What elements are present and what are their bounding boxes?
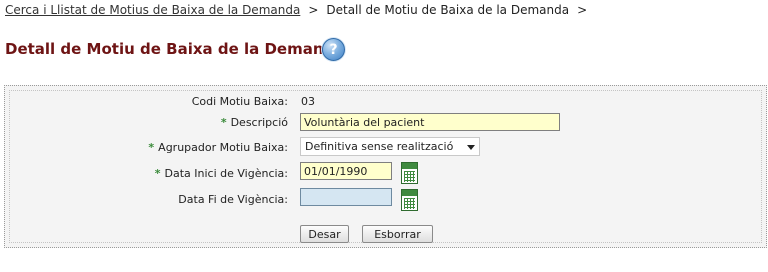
calendar-icon-grid — [404, 171, 415, 182]
breadcrumb-separator-trailing: > — [577, 3, 588, 17]
breadcrumb-current: Detall de Motiu de Baixa de la Demanda — [326, 3, 570, 17]
codi-label: Codi Motiu Baixa: — [191, 95, 288, 108]
calendar-icon[interactable] — [401, 189, 418, 211]
calendar-icon-header — [402, 163, 417, 169]
chevron-down-icon — [467, 145, 475, 150]
descripcio-label: Descripció — [230, 116, 288, 129]
data-fi-input[interactable] — [300, 188, 392, 206]
required-marker: * — [148, 141, 155, 154]
save-button[interactable]: Desar — [300, 225, 349, 243]
descripcio-label-wrap: * Descripció — [221, 116, 288, 129]
breadcrumb-separator: > — [308, 3, 319, 17]
breadcrumb-link-search-list[interactable]: Cerca i Llistat de Motius de Baixa de la… — [5, 3, 300, 17]
help-icon[interactable]: ? — [322, 38, 345, 61]
data-inici-label: Data Inici de Vigència: — [164, 167, 289, 180]
delete-button[interactable]: Esborrar — [362, 225, 433, 243]
data-inici-input[interactable] — [300, 162, 392, 180]
calendar-icon-header — [402, 190, 417, 196]
agrupador-selected-value: Definitiva sense realització — [305, 140, 454, 153]
required-marker: * — [154, 167, 161, 180]
agrupador-label: Agrupador Motiu Baixa: — [158, 141, 288, 154]
agrupador-label-wrap: * Agrupador Motiu Baixa: — [148, 141, 288, 154]
descripcio-input[interactable] — [300, 113, 560, 131]
calendar-icon[interactable] — [401, 162, 418, 184]
data-fi-label: Data Fi de Vigència: — [178, 193, 288, 206]
agrupador-select[interactable]: Definitiva sense realització — [300, 137, 480, 156]
help-icon-glyph: ? — [329, 41, 338, 58]
data-inici-label-wrap: * Data Inici de Vigència: — [155, 167, 288, 180]
page-title: Detall de Motiu de Baixa de la Demanda — [5, 40, 345, 58]
codi-value: 03 — [301, 95, 315, 108]
breadcrumb: Cerca i Llistat de Motius de Baixa de la… — [5, 3, 595, 17]
required-marker: * — [220, 116, 227, 129]
calendar-icon-grid — [404, 198, 415, 209]
